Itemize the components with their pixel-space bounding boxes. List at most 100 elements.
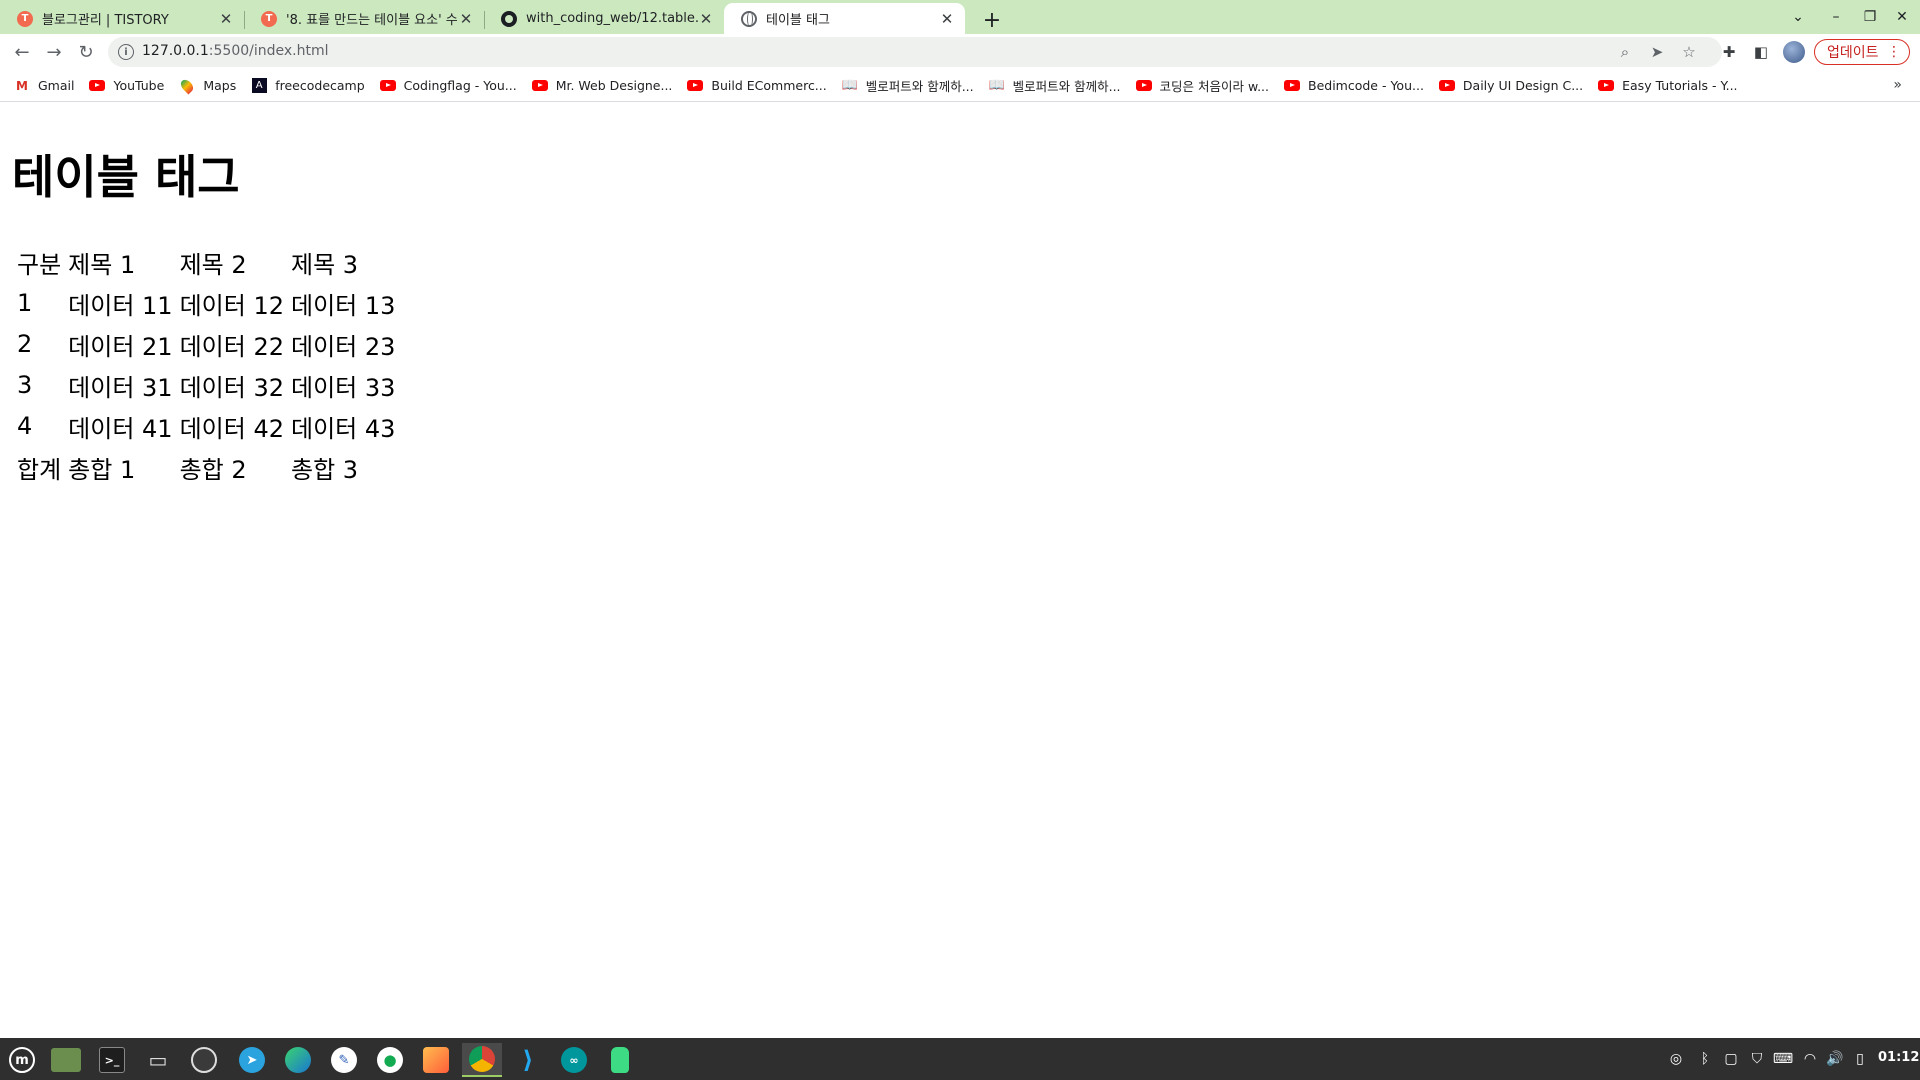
header-cell: 제목 1 bbox=[68, 250, 136, 279]
table-cell: 데이터 43 bbox=[291, 414, 396, 443]
site-info-icon[interactable]: i bbox=[118, 44, 134, 60]
update-button[interactable]: 업데이트 ⋮ bbox=[1814, 39, 1910, 65]
more-bookmarks-icon[interactable]: » bbox=[1893, 77, 1902, 93]
bookmark-label: 벨로퍼트와 함께하... bbox=[865, 79, 974, 94]
back-button[interactable]: ← bbox=[8, 38, 36, 66]
header-cell: 구분 bbox=[17, 250, 62, 279]
reload-button[interactable]: ↻ bbox=[72, 38, 100, 66]
taskbar: m >_ ▭ ➤ ✎ ● ⟩ ∞ ◎ ᛒ ▢ ⛉ ⌨ ◠ 🔊 ▯ 01:12 bbox=[0, 1038, 1920, 1080]
youtube-icon bbox=[1284, 80, 1300, 91]
freecodecamp-icon: A bbox=[251, 78, 267, 93]
keyboard-icon[interactable]: ⌨ bbox=[1773, 1048, 1793, 1070]
bookmark-label: Build ECommerc... bbox=[711, 78, 827, 93]
bookmark-gmail[interactable]: M Gmail bbox=[14, 78, 74, 94]
tab-search-icon[interactable]: ⌄ bbox=[1784, 6, 1812, 28]
youtube-icon bbox=[1135, 80, 1152, 91]
update-label: 업데이트 bbox=[1827, 45, 1879, 61]
url-text[interactable]: 127.0.0.1:5500/index.html bbox=[142, 43, 329, 59]
table-cell: 1 bbox=[17, 289, 33, 317]
krita-icon[interactable]: ✎ bbox=[324, 1043, 364, 1077]
bookmark-label: 코딩은 처음이라 w... bbox=[1159, 79, 1269, 94]
bookmark-daily-ui[interactable]: Daily UI Design C... bbox=[1438, 78, 1584, 94]
bookmark-mr-web-designer[interactable]: Mr. Web Designe... bbox=[531, 78, 673, 94]
table-cell: 데이터 13 bbox=[291, 291, 396, 320]
table-cell: 데이터 22 bbox=[179, 332, 285, 361]
chrome-icon[interactable] bbox=[462, 1043, 502, 1077]
table-cell: 3 bbox=[17, 371, 33, 399]
bookmark-star-icon[interactable]: ☆ bbox=[1680, 43, 1698, 61]
bookmark-label: Codingflag - You... bbox=[403, 78, 517, 93]
battery-icon[interactable]: ▯ bbox=[1852, 1048, 1868, 1070]
new-tab-button[interactable]: + bbox=[978, 6, 1006, 34]
tab-table-tag[interactable]: 테이블 태그 ✕ bbox=[724, 3, 965, 34]
mongodb-icon[interactable]: ● bbox=[370, 1043, 410, 1077]
forward-button[interactable]: → bbox=[40, 38, 68, 66]
avatar[interactable] bbox=[1783, 41, 1805, 63]
arduino-icon[interactable]: ∞ bbox=[554, 1043, 594, 1077]
android-icon[interactable] bbox=[600, 1043, 640, 1077]
terminal-icon[interactable]: >_ bbox=[92, 1043, 132, 1077]
tistory-icon: T bbox=[261, 10, 277, 27]
minimize-icon[interactable]: – bbox=[1822, 6, 1850, 28]
firefox-icon[interactable] bbox=[416, 1043, 456, 1077]
footer-cell: 총합 1 bbox=[68, 455, 136, 484]
tab-github[interactable]: with_coding_web/12.table.htr ✕ bbox=[484, 3, 724, 34]
bookmark-maps[interactable]: Maps bbox=[178, 77, 236, 94]
table-cell: 데이터 42 bbox=[179, 414, 285, 443]
bluetooth-icon[interactable]: ᛒ bbox=[1696, 1048, 1714, 1070]
menu-dots-icon: ⋮ bbox=[1887, 44, 1901, 60]
header-cell: 제목 2 bbox=[179, 250, 247, 279]
vscode-icon[interactable]: ⟩ bbox=[508, 1043, 548, 1077]
bookmark-coding-first[interactable]: 코딩은 처음이라 w... bbox=[1135, 76, 1269, 95]
mint-menu-icon[interactable]: m bbox=[2, 1043, 42, 1077]
show-desktop-icon[interactable] bbox=[46, 1043, 86, 1077]
bookmark-velopert-1[interactable]: 📖 벨로퍼트와 함께하... bbox=[842, 76, 974, 95]
table-cell: 데이터 21 bbox=[68, 332, 173, 361]
bookmark-label: Mr. Web Designe... bbox=[555, 78, 673, 93]
bookmark-bedimcode[interactable]: Bedimcode - You... bbox=[1284, 78, 1424, 94]
send-icon[interactable]: ➤ bbox=[1648, 43, 1666, 61]
clipboard-icon[interactable]: ▢ bbox=[1722, 1048, 1740, 1070]
address-bar[interactable]: i 127.0.0.1:5500/index.html ⌕ ➤ ☆ bbox=[108, 37, 1722, 67]
table-row: 2 데이터 21 데이터 22 데이터 23 bbox=[13, 324, 398, 365]
table-cell: 데이터 11 bbox=[68, 291, 173, 320]
tab-tistory-edit[interactable]: T '8. 표를 만드는 테이블 요소' 수정 ✕ bbox=[244, 3, 484, 34]
close-icon[interactable]: ✕ bbox=[218, 10, 234, 28]
close-icon[interactable]: ✕ bbox=[939, 10, 955, 28]
bookmark-freecodecamp[interactable]: Afreecodecamp bbox=[251, 78, 365, 94]
wifi-icon[interactable]: ◠ bbox=[1800, 1048, 1820, 1070]
page-content: 테이블 태그 구분 제목 1 제목 2 제목 3 1 데이터 11 데이터 12… bbox=[0, 103, 1920, 1038]
shield-icon[interactable]: ⛉ bbox=[1748, 1048, 1766, 1070]
telegram-icon[interactable]: ➤ bbox=[232, 1043, 272, 1077]
bookmark-label: Bedimcode - You... bbox=[1308, 78, 1424, 93]
bookmark-youtube[interactable]: YouTube bbox=[89, 78, 164, 94]
close-window-icon[interactable]: ✕ bbox=[1888, 6, 1916, 28]
table-footer-row: 합계 총합 1 총합 2 총합 3 bbox=[13, 447, 398, 488]
obs-icon[interactable] bbox=[184, 1043, 224, 1077]
youtube-icon bbox=[531, 80, 548, 91]
bookmark-label: Daily UI Design C... bbox=[1462, 78, 1584, 93]
bookmark-build-ecommerce[interactable]: Build ECommerc... bbox=[687, 78, 827, 94]
bookmark-easy-tutorials[interactable]: Easy Tutorials - Y... bbox=[1598, 78, 1738, 94]
bookmark-label: Gmail bbox=[38, 78, 75, 93]
volume-icon[interactable]: 🔊 bbox=[1826, 1048, 1844, 1070]
edge-icon[interactable] bbox=[278, 1043, 318, 1077]
restore-icon[interactable]: ❐ bbox=[1856, 6, 1884, 28]
accessibility-icon[interactable]: ◎ bbox=[1664, 1048, 1688, 1070]
zoom-icon[interactable]: ⌕ bbox=[1616, 43, 1634, 61]
clock[interactable]: 01:12 bbox=[1878, 1050, 1919, 1065]
extensions-icon[interactable]: ✚ bbox=[1719, 42, 1739, 62]
files-icon[interactable]: ▭ bbox=[138, 1043, 178, 1077]
tab-title: 테이블 태그 bbox=[766, 13, 830, 28]
page-title: 테이블 태그 bbox=[12, 150, 240, 204]
side-panel-icon[interactable]: ◧ bbox=[1751, 42, 1771, 62]
bookmark-velopert-2[interactable]: 📖 벨로퍼트와 함께하... bbox=[989, 76, 1121, 95]
table-cell: 데이터 31 bbox=[68, 373, 173, 402]
header-cell: 제목 3 bbox=[291, 250, 359, 279]
youtube-icon bbox=[1438, 80, 1455, 91]
close-icon[interactable]: ✕ bbox=[458, 10, 474, 28]
close-icon[interactable]: ✕ bbox=[698, 10, 714, 28]
bookmark-codingflag[interactable]: Codingflag - You... bbox=[379, 78, 517, 94]
book-icon: 📖 bbox=[841, 78, 858, 93]
tab-tistory-admin[interactable]: T 블로그관리 | TISTORY ✕ bbox=[0, 3, 244, 34]
